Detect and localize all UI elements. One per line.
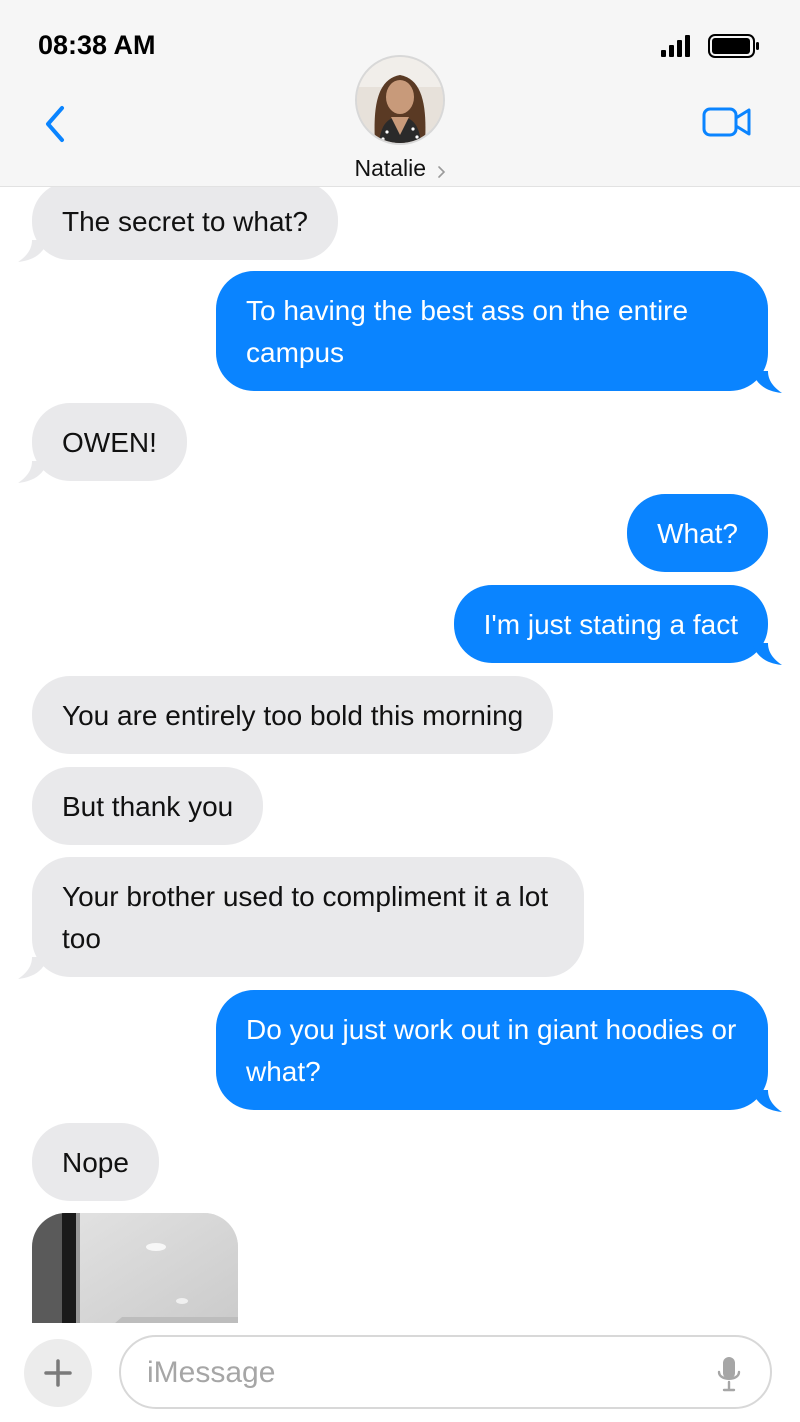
signal-icon [661, 35, 690, 57]
message-text: Your brother used to compliment it a lot… [62, 881, 549, 954]
status-time: 08:38 AM [38, 30, 156, 60]
message-text: Nope [62, 1147, 129, 1178]
plus-icon [44, 1359, 72, 1387]
message-text: You are entirely too bold this morning [62, 700, 524, 731]
message-bubble-incoming[interactable]: Nope [32, 1123, 159, 1201]
message-bubble-incoming[interactable]: OWEN! [18, 403, 187, 483]
message-text: To having the best ass on the entire cam… [246, 295, 689, 368]
conversation-header: 08:38 AM Natalie [0, 0, 800, 187]
message-thread[interactable]: The secret to what? To having the best a… [0, 187, 800, 1323]
back-button[interactable] [40, 104, 72, 144]
message-bubble-incoming[interactable]: But thank you [32, 767, 264, 845]
bubble-tail [752, 1090, 782, 1112]
contact-name: Natalie [354, 155, 427, 181]
message-text: The secret to what? [62, 206, 308, 237]
microphone-icon[interactable] [716, 1355, 742, 1393]
message-text: But thank you [62, 791, 234, 822]
message-text: What? [657, 518, 738, 549]
message-bubble-outgoing[interactable]: To having the best ass on the entire cam… [216, 271, 782, 393]
message-bubble-incoming[interactable]: Your brother used to compliment it a lot… [18, 857, 584, 979]
message-text: OWEN! [62, 427, 157, 458]
photo-thumbnail [32, 1213, 238, 1323]
avatar-photo [357, 57, 443, 143]
message-bubble-incoming[interactable]: The secret to what? [18, 187, 338, 262]
video-call-button[interactable] [702, 104, 752, 140]
message-bubble-incoming[interactable]: You are entirely too bold this morning [32, 676, 554, 754]
message-text: Do you just work out in giant hoodies or… [246, 1014, 737, 1087]
bubble-tail [752, 643, 782, 665]
message-bubble-outgoing[interactable]: I'm just stating a fact [453, 585, 782, 665]
bubble-tail [18, 957, 48, 979]
message-text: I'm just stating a fact [483, 609, 738, 640]
bubble-tail [752, 371, 782, 393]
avatar[interactable] [355, 55, 445, 145]
message-bubble-outgoing[interactable]: What? [627, 494, 768, 572]
bubble-tail [18, 240, 48, 262]
compose-bar [0, 1323, 800, 1422]
photo-message[interactable] [32, 1213, 238, 1323]
contact-name-row[interactable]: Natalie [0, 155, 800, 182]
battery-icon [708, 34, 759, 58]
add-attachment-button[interactable] [24, 1339, 92, 1407]
message-input[interactable] [147, 1351, 707, 1395]
message-bubble-outgoing[interactable]: Do you just work out in giant hoodies or… [216, 990, 782, 1112]
chevron-right-icon [437, 165, 445, 178]
message-field[interactable] [119, 1335, 772, 1409]
bubble-tail [18, 461, 48, 483]
